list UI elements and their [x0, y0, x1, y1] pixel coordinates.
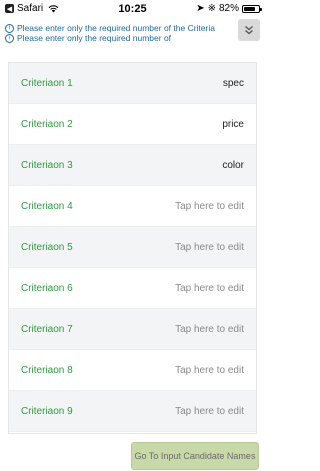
criteria-value[interactable]: color	[222, 160, 244, 171]
criteria-label: Criteriaon 1	[21, 77, 73, 89]
criteria-row[interactable]: Criteriaon 4 Tap here to edit	[9, 186, 256, 227]
info-icon: i	[5, 24, 14, 33]
collapse-button[interactable]	[238, 19, 260, 41]
criteria-row[interactable]: Criteriaon 6 Tap here to edit	[9, 268, 256, 309]
criteria-label: Criteriaon 3	[21, 159, 73, 171]
criteria-list[interactable]: Criteriaon 1 spec Criteriaon 2 price Cri…	[8, 62, 257, 434]
criteria-row[interactable]: Criteriaon 1 spec	[9, 63, 256, 104]
criteria-label: Criteriaon 8	[21, 364, 73, 376]
note-1: i Please enter only the required number …	[5, 23, 230, 33]
bluetooth-icon: ※	[207, 3, 216, 14]
criteria-row[interactable]: Criteriaon 3 color	[9, 145, 256, 186]
battery-fill	[244, 6, 255, 11]
criteria-value[interactable]: price	[222, 119, 244, 130]
criteria-row[interactable]: Criteriaon 8 Tap here to edit	[9, 350, 256, 391]
double-chevron-down-icon	[245, 25, 253, 35]
status-bar: ◀ Safari 10:25 ➤ ※ 82%	[0, 0, 265, 18]
battery-icon	[242, 4, 262, 13]
criteria-label: Criteriaon 9	[21, 405, 73, 417]
criteria-value[interactable]: Tap here to edit	[175, 324, 244, 335]
criteria-label: Criteriaon 2	[21, 118, 73, 130]
criteria-label: Criteriaon 4	[21, 200, 73, 212]
criteria-row[interactable]: Criteriaon 9 Tap here to edit	[9, 391, 256, 432]
status-right: ➤ ※ 82%	[196, 3, 262, 14]
criteria-row[interactable]: Criteriaon 2 price	[9, 104, 256, 145]
criteria-row[interactable]: Criteriaon 7 Tap here to edit	[9, 309, 256, 350]
note-2: i Please enter only the required number …	[5, 33, 230, 43]
criteria-value[interactable]: Tap here to edit	[175, 406, 244, 417]
note-text: Please enter only the required number of	[17, 33, 172, 43]
criteria-row[interactable]: Criteriaon 5 Tap here to edit	[9, 227, 256, 268]
criteria-value[interactable]: Tap here to edit	[175, 201, 244, 212]
battery-percent: 82%	[218, 3, 239, 14]
criteria-label: Criteriaon 6	[21, 282, 73, 294]
criteria-value[interactable]: spec	[223, 78, 244, 89]
criteria-label: Criteriaon 7	[21, 323, 73, 335]
location-icon: ➤	[196, 3, 205, 14]
criteria-label: Criteriaon 5	[21, 241, 73, 253]
note-text: Please enter only the required number of…	[17, 23, 215, 33]
info-icon: i	[5, 34, 14, 43]
criteria-value[interactable]: Tap here to edit	[175, 365, 244, 376]
notes: i Please enter only the required number …	[5, 23, 230, 43]
criteria-value[interactable]: Tap here to edit	[175, 283, 244, 294]
criteria-value[interactable]: Tap here to edit	[175, 242, 244, 253]
go-to-input-candidate-names-button[interactable]: Go To Input Candidate Names	[131, 442, 259, 470]
